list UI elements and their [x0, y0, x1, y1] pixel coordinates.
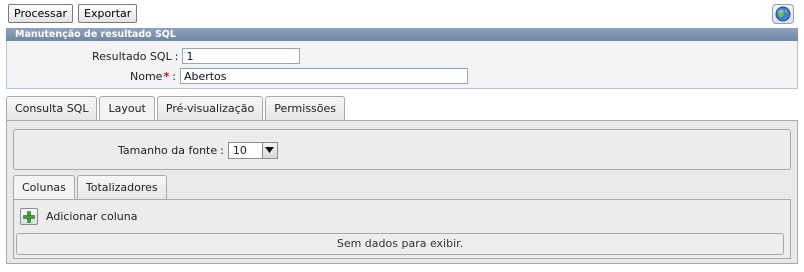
name-label: Nome: [130, 69, 163, 83]
result-sql-row: Resultado SQL :: [92, 48, 301, 64]
column-tabs: Colunas Totalizadores: [13, 175, 169, 200]
font-size-label: Tamanho da fonte: [118, 143, 218, 157]
plus-icon: [23, 210, 35, 223]
tab-permissions[interactable]: Permissões: [265, 96, 346, 120]
required-marker: *: [163, 69, 170, 83]
font-size-select[interactable]: 10: [227, 141, 278, 159]
chevron-down-icon: [265, 147, 275, 153]
name-input[interactable]: [179, 68, 468, 84]
font-size-fieldset: Tamanho da fonte : 10: [13, 129, 791, 170]
tab-sql-query[interactable]: Consulta SQL: [6, 96, 98, 120]
tab-totalizers[interactable]: Totalizadores: [76, 175, 167, 199]
colon: :: [174, 49, 179, 63]
colon: :: [220, 143, 224, 157]
font-size-row: Tamanho da fonte : 10: [118, 141, 278, 159]
export-button[interactable]: Exportar: [78, 4, 138, 23]
tab-columns[interactable]: Colunas: [13, 175, 75, 200]
globe-help-icon[interactable]: [772, 4, 794, 24]
add-column-label[interactable]: Adicionar coluna: [46, 210, 137, 223]
result-sql-label: Resultado SQL: [92, 49, 172, 63]
font-size-value: 10: [232, 143, 247, 157]
add-column-button[interactable]: [20, 208, 38, 225]
tab-layout[interactable]: Layout: [99, 96, 155, 121]
name-row: Nome * :: [130, 68, 468, 84]
columns-panel: Adicionar coluna Sem dados para exibir.: [13, 199, 791, 259]
process-button[interactable]: Processar: [8, 4, 73, 23]
empty-grid-message: Sem dados para exibir.: [16, 233, 784, 255]
layout-tab-body: Tamanho da fonte : 10 Colunas Totalizado…: [6, 120, 798, 264]
globe-icon: [775, 6, 791, 22]
dropdown-arrow-icon[interactable]: [261, 142, 277, 158]
panel-title: Manutenção de resultado SQL: [6, 28, 798, 41]
colon: :: [172, 69, 176, 83]
tab-preview[interactable]: Pré-visualização: [156, 96, 264, 120]
result-sql-input[interactable]: [182, 48, 301, 64]
main-tabs: Consulta SQL Layout Pré-visualização Per…: [6, 96, 347, 121]
